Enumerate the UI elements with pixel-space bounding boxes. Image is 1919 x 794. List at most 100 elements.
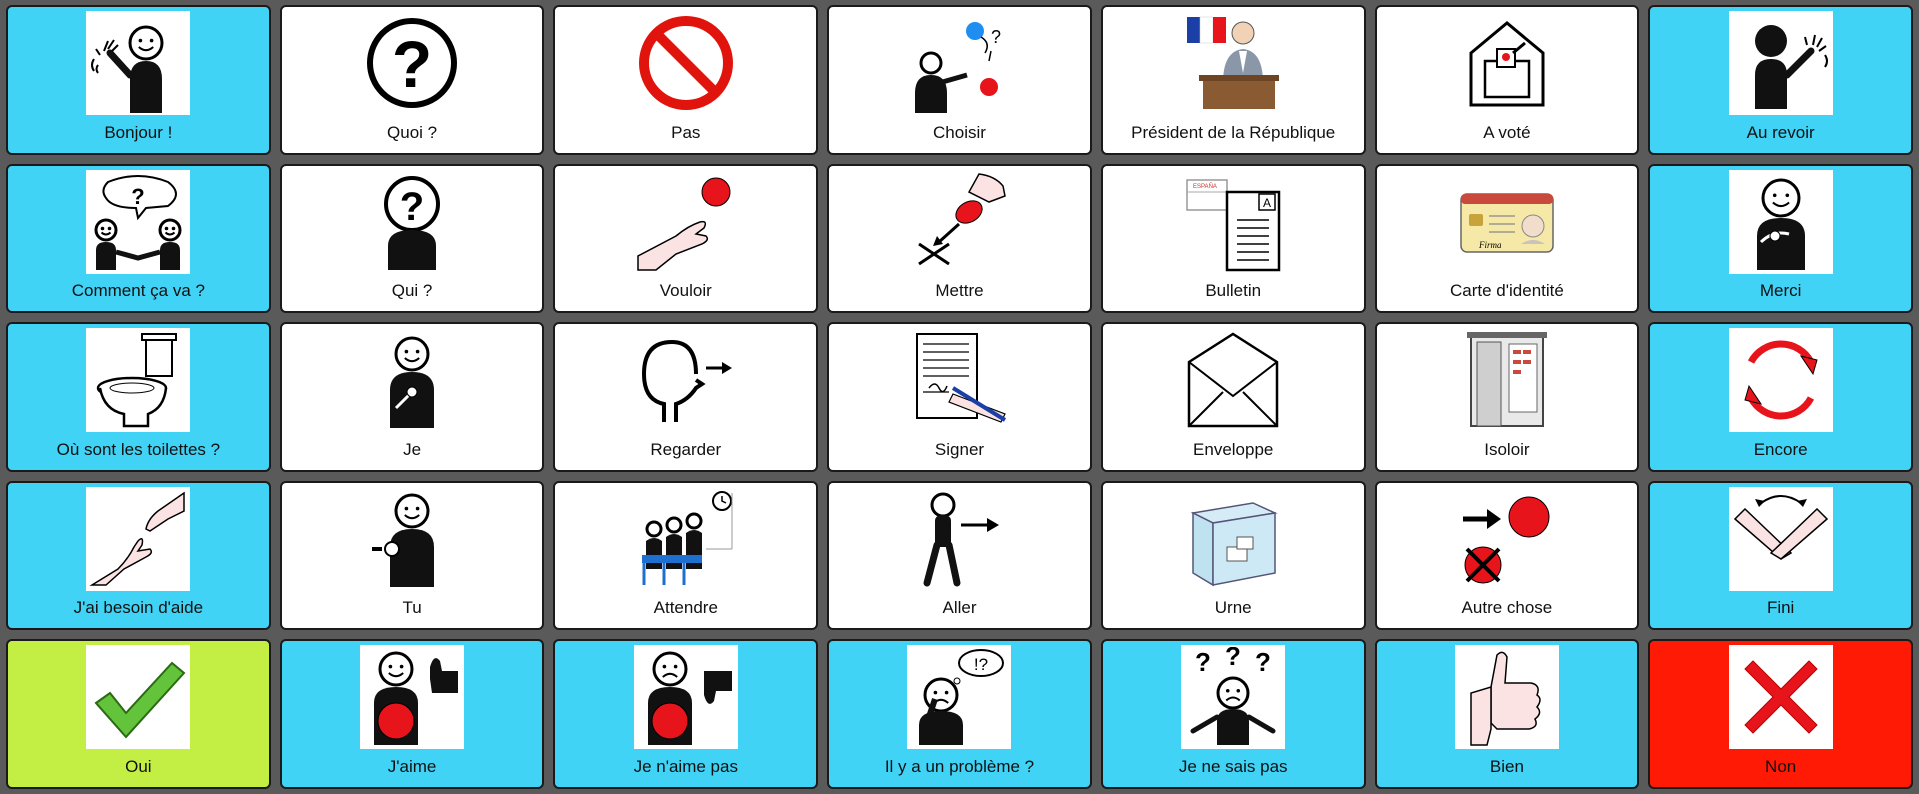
cell-again[interactable]: Encore [1648,322,1913,472]
cell-thumbs-up[interactable]: Bien [1374,639,1640,789]
who-icon: ? [360,170,464,274]
cell-label: Qui ? [391,281,433,301]
again-icon [1728,328,1833,433]
finished-icon [1728,486,1833,591]
cell-envelope[interactable]: Enveloppe [1100,322,1366,472]
cell-president[interactable]: Président de la République [1100,5,1366,155]
thumbs-up-icon [1454,645,1559,750]
cell-voted[interactable]: A voté [1374,5,1640,155]
look-icon [634,328,738,432]
dislike-icon [633,645,738,750]
svg-text:A: A [1263,196,1271,210]
want-icon [634,170,738,274]
cell-want[interactable]: Vouloir [553,163,819,314]
voted-icon [1455,11,1559,115]
cell-thanks[interactable]: Merci [1648,163,1913,314]
cell-label: Enveloppe [1193,439,1274,459]
cell-label: Autre chose [1461,598,1553,618]
cell-label: Il y a un problème ? [884,757,1035,776]
how-are-you-icon: ? [86,169,191,274]
cell-label: Bonjour ! [104,122,173,142]
cell-label: Attendre [653,598,718,618]
cell-id-card[interactable]: Firma Carte d'identité [1374,163,1640,314]
cell-label: Oui [125,757,152,776]
put-icon [907,170,1011,274]
cell-something-else[interactable]: Autre chose [1374,480,1640,631]
cell-label: Quoi ? [387,122,438,142]
cell-label: Au revoir [1746,122,1815,142]
cell-you[interactable]: Tu [279,480,545,631]
cell-label: Président de la République [1131,122,1336,142]
cell-label: Regarder [650,439,722,459]
cell-prohibited[interactable]: Pas [553,5,819,155]
cell-label: Comment ça va ? [71,281,205,301]
ballot-box-icon [1181,487,1285,591]
cell-go[interactable]: Aller [827,480,1092,631]
id-card-icon: Firma [1455,170,1559,274]
cell-label: Bien [1489,757,1524,776]
cell-put[interactable]: Mettre [827,163,1092,314]
svg-text:ESPAÑA: ESPAÑA [1193,183,1217,190]
something-else-icon [1455,487,1559,591]
cell-ballot[interactable]: ESPAÑA A Bulletin [1100,163,1366,314]
president-icon [1181,11,1285,115]
cell-label: Pas [671,122,701,142]
cell-label: Mettre [935,281,984,301]
cell-label: Carte d'identité [1450,281,1564,301]
choose-icon: ? [907,11,1011,115]
goodbye-icon [1728,11,1833,115]
cell-like[interactable]: J'aime [279,639,545,789]
svg-text:?: ? [1195,647,1211,677]
question-circle-icon: ? [360,11,464,115]
problem-icon: !? [907,645,1012,750]
cell-label: Je ne sais pas [1178,757,1288,776]
cell-label: Vouloir [659,281,712,301]
cell-who[interactable]: ? Qui ? [279,163,545,314]
ballot-icon: ESPAÑA A [1181,170,1285,274]
svg-text:?: ? [392,27,432,101]
cell-goodbye[interactable]: Au revoir [1648,5,1913,155]
cell-check[interactable]: Oui [6,639,271,789]
cell-question-circle[interactable]: ? Quoi ? [279,5,545,155]
toilet-icon [86,328,191,433]
cell-label: Isoloir [1484,439,1530,459]
cell-help[interactable]: J'ai besoin d'aide [6,480,271,631]
svg-text:?: ? [1255,647,1271,677]
cell-how-are-you[interactable]: ? Comment ça va ? [6,163,271,314]
dont-know-icon: ??? [1181,645,1286,750]
cell-label: Non [1765,757,1797,776]
booth-icon [1455,328,1559,432]
cell-finished[interactable]: Fini [1648,480,1913,631]
cell-dislike[interactable]: Je n'aime pas [553,639,819,789]
svg-text:?: ? [1225,647,1241,671]
cell-wait[interactable]: Attendre [553,480,819,631]
cell-label: Où sont les toilettes ? [56,439,221,459]
cell-look[interactable]: Regarder [553,322,819,472]
cell-label: Merci [1759,281,1802,301]
cell-label: Choisir [933,122,986,142]
cell-choose[interactable]: ? Choisir [827,5,1092,155]
cell-person-waving[interactable]: Bonjour ! [6,5,271,155]
me-icon [360,328,464,432]
cell-me[interactable]: Je [279,322,545,472]
cross-icon [1728,645,1833,750]
prohibited-icon [634,11,738,115]
cell-label: Encore [1753,439,1808,459]
help-icon [86,486,191,591]
cell-sign[interactable]: Signer [827,322,1092,472]
cell-problem[interactable]: !? Il y a un problème ? [827,639,1092,789]
sign-icon [907,328,1011,432]
communication-board: Bonjour !? Quoi ? Pas? Choisir Président de … [0,0,1919,794]
you-icon [360,487,464,591]
cell-cross[interactable]: Non [1648,639,1913,789]
cell-dont-know[interactable]: ??? Je ne sais pas [1100,639,1366,789]
envelope-icon [1181,328,1285,432]
cell-toilet[interactable]: Où sont les toilettes ? [6,322,271,472]
cell-booth[interactable]: Isoloir [1374,322,1640,472]
cell-label: A voté [1483,122,1531,142]
svg-text:?: ? [400,185,424,229]
cell-ballot-box[interactable]: Urne [1100,480,1366,631]
person-waving-icon [86,11,191,115]
thanks-icon [1728,169,1833,274]
check-icon [86,645,191,750]
